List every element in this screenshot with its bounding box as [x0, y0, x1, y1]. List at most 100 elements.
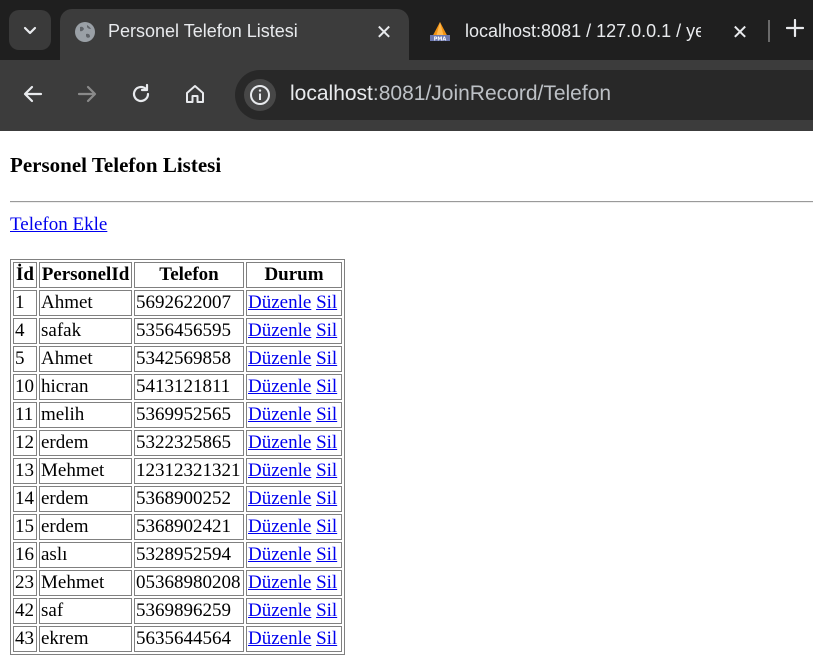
table-body: 1 Ahmet 5692622007 Düzenle Sil 4 safak 5356456…	[13, 290, 342, 652]
column-header-id: İd	[13, 262, 37, 288]
url-path: :8081/JoinRecord/Telefon	[372, 82, 612, 105]
durum-cell: Düzenle Sil	[246, 542, 342, 568]
id-cell: 4	[13, 318, 37, 344]
browser-toolbar: localhost:8081/JoinRecord/Telefon	[0, 60, 813, 131]
table-row: 15 erdem 5368902421 Düzenle Sil	[13, 514, 342, 540]
table-row: 13 Mehmet 12312321321 Düzenle Sil	[13, 458, 342, 484]
personel-cell: saf	[39, 598, 132, 624]
id-cell: 5	[13, 346, 37, 372]
tab-personel-telefon[interactable]: Personel Telefon Listesi ✕	[60, 9, 409, 60]
delete-link[interactable]: Sil	[316, 348, 337, 369]
tab-separator	[768, 20, 770, 42]
edit-link[interactable]: Düzenle	[248, 460, 311, 481]
tab-phpmyadmin[interactable]: PMA localhost:8081 / 127.0.0.1 / yeni ✕	[415, 9, 765, 53]
column-header-personel: PersonelId	[39, 262, 132, 288]
home-icon	[186, 85, 204, 103]
telefon-cell: 5368900252	[134, 486, 244, 512]
telefon-cell: 5368902421	[134, 514, 244, 540]
durum-cell: Düzenle Sil	[246, 346, 342, 372]
edit-link[interactable]: Düzenle	[248, 348, 311, 369]
edit-link[interactable]: Düzenle	[248, 516, 311, 537]
personel-cell: Ahmet	[39, 346, 132, 372]
delete-link[interactable]: Sil	[316, 292, 337, 313]
personel-cell: melih	[39, 402, 132, 428]
edit-link[interactable]: Düzenle	[248, 600, 311, 621]
delete-link[interactable]: Sil	[316, 600, 337, 621]
delete-link[interactable]: Sil	[316, 460, 337, 481]
personel-cell: ekrem	[39, 626, 132, 652]
durum-cell: Düzenle Sil	[246, 374, 342, 400]
edit-link[interactable]: Düzenle	[248, 544, 311, 565]
new-tab-button[interactable]	[780, 13, 810, 43]
close-tab-icon[interactable]: ✕	[726, 18, 754, 46]
id-cell: 1	[13, 290, 37, 316]
tab-search-button[interactable]	[9, 10, 51, 50]
durum-cell: Düzenle Sil	[246, 318, 342, 344]
telefon-cell: 5635644564	[134, 626, 244, 652]
id-cell: 10	[13, 374, 37, 400]
delete-link[interactable]: Sil	[316, 572, 337, 593]
edit-link[interactable]: Düzenle	[248, 292, 311, 313]
id-cell: 23	[13, 570, 37, 596]
tab-title: Personel Telefon Listesi	[108, 21, 298, 41]
id-cell: 42	[13, 598, 37, 624]
phone-table: İd PersonelId Telefon Durum 1 Ahmet 569262…	[10, 259, 345, 655]
id-cell: 12	[13, 430, 37, 456]
durum-cell: Düzenle Sil	[246, 626, 342, 652]
telefon-cell: 5356456595	[134, 318, 244, 344]
delete-link[interactable]: Sil	[316, 320, 337, 341]
edit-link[interactable]: Düzenle	[248, 628, 311, 649]
durum-cell: Düzenle Sil	[246, 570, 342, 596]
tab-title: localhost:8081 / 127.0.0.1 / yeni	[465, 21, 701, 41]
delete-link[interactable]: Sil	[316, 404, 337, 425]
personel-cell: safak	[39, 318, 132, 344]
personel-cell: Ahmet	[39, 290, 132, 316]
delete-link[interactable]: Sil	[316, 544, 337, 565]
edit-link[interactable]: Düzenle	[248, 376, 311, 397]
table-row: 5 Ahmet 5342569858 Düzenle Sil	[13, 346, 342, 372]
home-button[interactable]	[177, 76, 213, 112]
id-cell: 14	[13, 486, 37, 512]
telefon-cell: 5328952594	[134, 542, 244, 568]
table-row: 12 erdem 5322325865 Düzenle Sil	[13, 430, 342, 456]
phpmyadmin-icon: PMA	[430, 22, 450, 43]
tab-strip: Personel Telefon Listesi ✕ PMA localhost…	[0, 0, 813, 60]
delete-link[interactable]: Sil	[316, 488, 337, 509]
delete-link[interactable]: Sil	[316, 432, 337, 453]
address-bar[interactable]: localhost:8081/JoinRecord/Telefon	[235, 70, 813, 120]
edit-link[interactable]: Düzenle	[248, 432, 311, 453]
add-phone-link[interactable]: Telefon Ekle	[10, 214, 107, 236]
delete-link[interactable]: Sil	[316, 376, 337, 397]
personel-cell: hicran	[39, 374, 132, 400]
reload-button[interactable]	[123, 76, 159, 112]
personel-cell: Mehmet	[39, 458, 132, 484]
durum-cell: Düzenle Sil	[246, 290, 342, 316]
column-header-telefon: Telefon	[134, 262, 244, 288]
plus-icon	[786, 19, 804, 37]
table-row: 42 saf 5369896259 Düzenle Sil	[13, 598, 342, 624]
durum-cell: Düzenle Sil	[246, 458, 342, 484]
telefon-cell: 05368980208	[134, 570, 244, 596]
page-title: Personel Telefon Listesi	[10, 153, 222, 177]
edit-link[interactable]: Düzenle	[248, 488, 311, 509]
delete-link[interactable]: Sil	[316, 516, 337, 537]
close-tab-icon[interactable]: ✕	[370, 18, 398, 46]
delete-link[interactable]: Sil	[316, 628, 337, 649]
durum-cell: Düzenle Sil	[246, 598, 342, 624]
edit-link[interactable]: Düzenle	[248, 572, 311, 593]
url-text[interactable]: localhost:8081/JoinRecord/Telefon	[290, 82, 611, 106]
telefon-cell: 5369896259	[134, 598, 244, 624]
table-row: 14 erdem 5368900252 Düzenle Sil	[13, 486, 342, 512]
divider	[10, 201, 813, 203]
durum-cell: Düzenle Sil	[246, 402, 342, 428]
chevron-down-icon	[23, 26, 37, 35]
id-cell: 43	[13, 626, 37, 652]
table-row: 10 hicran 5413121811 Düzenle Sil	[13, 374, 342, 400]
back-button[interactable]	[15, 76, 51, 112]
site-info-icon[interactable]	[244, 79, 276, 111]
personel-cell: erdem	[39, 430, 132, 456]
forward-button[interactable]	[69, 76, 105, 112]
globe-icon	[75, 22, 95, 42]
edit-link[interactable]: Düzenle	[248, 404, 311, 425]
edit-link[interactable]: Düzenle	[248, 320, 311, 341]
